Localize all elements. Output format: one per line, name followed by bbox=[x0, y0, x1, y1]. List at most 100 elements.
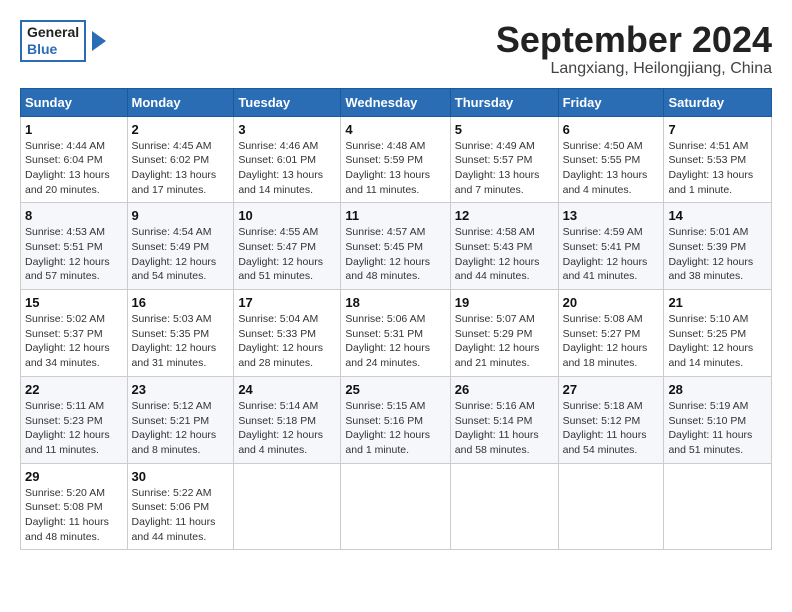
day-number: 8 bbox=[25, 208, 123, 223]
calendar-week-0: 1 Sunrise: 4:44 AM Sunset: 6:04 PM Daylig… bbox=[21, 116, 772, 203]
day-number: 6 bbox=[563, 122, 660, 137]
logo-blue-text: Blue bbox=[27, 41, 79, 58]
day-info: Sunrise: 4:45 AM Sunset: 6:02 PM Dayligh… bbox=[132, 139, 230, 198]
calendar-cell: 25 Sunrise: 5:15 AM Sunset: 5:16 PM Dayli… bbox=[341, 376, 450, 463]
logo: General Blue bbox=[20, 20, 106, 62]
day-info: Sunrise: 5:16 AM Sunset: 5:14 PM Dayligh… bbox=[455, 399, 554, 458]
day-number: 10 bbox=[238, 208, 336, 223]
calendar-cell: 19 Sunrise: 5:07 AM Sunset: 5:29 PM Dayli… bbox=[450, 290, 558, 377]
calendar-cell: 8Sunrise: 4:53 AM Sunset: 5:51 PM Daylig… bbox=[21, 203, 128, 290]
calendar-cell bbox=[558, 463, 664, 550]
day-info: Sunrise: 4:46 AM Sunset: 6:01 PM Dayligh… bbox=[238, 139, 336, 198]
calendar-cell: 29 Sunrise: 5:20 AM Sunset: 5:08 PM Dayli… bbox=[21, 463, 128, 550]
day-number: 15 bbox=[25, 295, 123, 310]
calendar-cell: 18Sunrise: 5:06 AM Sunset: 5:31 PM Dayli… bbox=[341, 290, 450, 377]
day-number: 13 bbox=[563, 208, 660, 223]
day-number: 12 bbox=[455, 208, 554, 223]
day-number: 21 bbox=[668, 295, 767, 310]
calendar-cell: 27Sunrise: 5:18 AM Sunset: 5:12 PM Dayli… bbox=[558, 376, 664, 463]
calendar-cell: 21 Sunrise: 5:10 AM Sunset: 5:25 PM Dayli… bbox=[664, 290, 772, 377]
day-number: 23 bbox=[132, 382, 230, 397]
day-number: 28 bbox=[668, 382, 767, 397]
day-number: 9 bbox=[132, 208, 230, 223]
col-header-saturday: Saturday bbox=[664, 88, 772, 116]
day-number: 24 bbox=[238, 382, 336, 397]
calendar-table: SundayMondayTuesdayWednesdayThursdayFrid… bbox=[20, 88, 772, 551]
calendar-week-2: 15 Sunrise: 5:02 AM Sunset: 5:37 PM Dayli… bbox=[21, 290, 772, 377]
col-header-sunday: Sunday bbox=[21, 88, 128, 116]
calendar-cell: 13 Sunrise: 4:59 AM Sunset: 5:41 PM Dayli… bbox=[558, 203, 664, 290]
calendar-cell: 3 Sunrise: 4:46 AM Sunset: 6:01 PM Daylig… bbox=[234, 116, 341, 203]
calendar-cell: 20Sunrise: 5:08 AM Sunset: 5:27 PM Dayli… bbox=[558, 290, 664, 377]
day-info: Sunrise: 4:54 AM Sunset: 5:49 PM Dayligh… bbox=[132, 225, 230, 284]
day-info: Sunrise: 5:12 AM Sunset: 5:21 PM Dayligh… bbox=[132, 399, 230, 458]
title-block: September 2024 Langxiang, Heilongjiang, … bbox=[496, 20, 772, 78]
calendar-cell: 1 Sunrise: 4:44 AM Sunset: 6:04 PM Daylig… bbox=[21, 116, 128, 203]
calendar-cell: 12 Sunrise: 4:58 AM Sunset: 5:43 PM Dayli… bbox=[450, 203, 558, 290]
location-title: Langxiang, Heilongjiang, China bbox=[496, 60, 772, 78]
day-info: Sunrise: 5:15 AM Sunset: 5:16 PM Dayligh… bbox=[345, 399, 445, 458]
logo-box: General Blue bbox=[20, 20, 86, 62]
day-number: 25 bbox=[345, 382, 445, 397]
day-number: 1 bbox=[25, 122, 123, 137]
calendar-cell: 23 Sunrise: 5:12 AM Sunset: 5:21 PM Dayli… bbox=[127, 376, 234, 463]
day-number: 4 bbox=[345, 122, 445, 137]
calendar-cell bbox=[341, 463, 450, 550]
col-header-friday: Friday bbox=[558, 88, 664, 116]
day-info: Sunrise: 4:51 AM Sunset: 5:53 PM Dayligh… bbox=[668, 139, 767, 198]
calendar-cell: 26 Sunrise: 5:16 AM Sunset: 5:14 PM Dayli… bbox=[450, 376, 558, 463]
day-info: Sunrise: 5:04 AM Sunset: 5:33 PM Dayligh… bbox=[238, 312, 336, 371]
day-info: Sunrise: 4:44 AM Sunset: 6:04 PM Dayligh… bbox=[25, 139, 123, 198]
day-number: 16 bbox=[132, 295, 230, 310]
day-info: Sunrise: 5:07 AM Sunset: 5:29 PM Dayligh… bbox=[455, 312, 554, 371]
day-number: 2 bbox=[132, 122, 230, 137]
calendar-cell: 28 Sunrise: 5:19 AM Sunset: 5:10 PM Dayli… bbox=[664, 376, 772, 463]
calendar-cell bbox=[234, 463, 341, 550]
day-info: Sunrise: 5:02 AM Sunset: 5:37 PM Dayligh… bbox=[25, 312, 123, 371]
day-info: Sunrise: 4:49 AM Sunset: 5:57 PM Dayligh… bbox=[455, 139, 554, 198]
day-number: 11 bbox=[345, 208, 445, 223]
calendar-week-1: 8Sunrise: 4:53 AM Sunset: 5:51 PM Daylig… bbox=[21, 203, 772, 290]
col-header-thursday: Thursday bbox=[450, 88, 558, 116]
calendar-cell bbox=[664, 463, 772, 550]
day-info: Sunrise: 4:48 AM Sunset: 5:59 PM Dayligh… bbox=[345, 139, 445, 198]
day-info: Sunrise: 5:14 AM Sunset: 5:18 PM Dayligh… bbox=[238, 399, 336, 458]
calendar-cell: 7Sunrise: 4:51 AM Sunset: 5:53 PM Daylig… bbox=[664, 116, 772, 203]
day-info: Sunrise: 4:59 AM Sunset: 5:41 PM Dayligh… bbox=[563, 225, 660, 284]
day-number: 19 bbox=[455, 295, 554, 310]
calendar-cell: 6 Sunrise: 4:50 AM Sunset: 5:55 PM Daylig… bbox=[558, 116, 664, 203]
day-info: Sunrise: 4:58 AM Sunset: 5:43 PM Dayligh… bbox=[455, 225, 554, 284]
calendar-cell: 9 Sunrise: 4:54 AM Sunset: 5:49 PM Daylig… bbox=[127, 203, 234, 290]
col-header-wednesday: Wednesday bbox=[341, 88, 450, 116]
calendar-header-row: SundayMondayTuesdayWednesdayThursdayFrid… bbox=[21, 88, 772, 116]
calendar-cell: 15 Sunrise: 5:02 AM Sunset: 5:37 PM Dayli… bbox=[21, 290, 128, 377]
day-number: 14 bbox=[668, 208, 767, 223]
calendar-week-3: 22Sunrise: 5:11 AM Sunset: 5:23 PM Dayli… bbox=[21, 376, 772, 463]
day-number: 29 bbox=[25, 469, 123, 484]
day-info: Sunrise: 5:22 AM Sunset: 5:06 PM Dayligh… bbox=[132, 486, 230, 545]
logo-triangle-icon bbox=[92, 31, 106, 51]
calendar-cell: 30 Sunrise: 5:22 AM Sunset: 5:06 PM Dayli… bbox=[127, 463, 234, 550]
day-number: 30 bbox=[132, 469, 230, 484]
calendar-cell: 16 Sunrise: 5:03 AM Sunset: 5:35 PM Dayli… bbox=[127, 290, 234, 377]
day-info: Sunrise: 5:10 AM Sunset: 5:25 PM Dayligh… bbox=[668, 312, 767, 371]
day-number: 5 bbox=[455, 122, 554, 137]
calendar-cell: 17 Sunrise: 5:04 AM Sunset: 5:33 PM Dayli… bbox=[234, 290, 341, 377]
day-info: Sunrise: 4:50 AM Sunset: 5:55 PM Dayligh… bbox=[563, 139, 660, 198]
day-info: Sunrise: 4:57 AM Sunset: 5:45 PM Dayligh… bbox=[345, 225, 445, 284]
col-header-tuesday: Tuesday bbox=[234, 88, 341, 116]
day-number: 3 bbox=[238, 122, 336, 137]
day-number: 27 bbox=[563, 382, 660, 397]
calendar-cell: 4 Sunrise: 4:48 AM Sunset: 5:59 PM Daylig… bbox=[341, 116, 450, 203]
day-info: Sunrise: 5:19 AM Sunset: 5:10 PM Dayligh… bbox=[668, 399, 767, 458]
calendar-cell: 24 Sunrise: 5:14 AM Sunset: 5:18 PM Dayli… bbox=[234, 376, 341, 463]
day-number: 17 bbox=[238, 295, 336, 310]
col-header-monday: Monday bbox=[127, 88, 234, 116]
day-info: Sunrise: 5:03 AM Sunset: 5:35 PM Dayligh… bbox=[132, 312, 230, 371]
day-info: Sunrise: 5:20 AM Sunset: 5:08 PM Dayligh… bbox=[25, 486, 123, 545]
page-header: General Blue September 2024 Langxiang, H… bbox=[20, 20, 772, 78]
day-number: 18 bbox=[345, 295, 445, 310]
day-info: Sunrise: 5:11 AM Sunset: 5:23 PM Dayligh… bbox=[25, 399, 123, 458]
day-number: 26 bbox=[455, 382, 554, 397]
day-info: Sunrise: 5:01 AM Sunset: 5:39 PM Dayligh… bbox=[668, 225, 767, 284]
